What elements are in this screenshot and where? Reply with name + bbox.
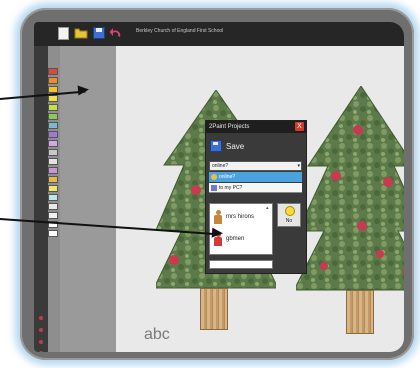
save-button[interactable]: Save [210, 139, 244, 153]
undo-icon[interactable] [108, 26, 122, 40]
smiley-icon [285, 206, 295, 216]
option-my-pc[interactable]: to my PC? [209, 183, 302, 193]
globe-icon [211, 174, 217, 180]
tree-trunk-right [346, 290, 374, 334]
tree-trunk-left [200, 288, 228, 330]
location-select[interactable]: online? ▾ [209, 161, 302, 171]
color-swatch[interactable] [48, 212, 58, 219]
canvas-text-abc: abc [144, 326, 170, 343]
no-label: No [285, 218, 293, 224]
projects-dialog: 2Paint Projects X Save online? ▾ online?… [205, 120, 307, 274]
color-swatch[interactable] [48, 167, 58, 174]
option-my-pc-label: to my PC? [219, 184, 243, 191]
annotation-arrowhead [77, 84, 90, 96]
color-swatch[interactable] [48, 149, 58, 156]
list-item[interactable]: mrs hirons [214, 210, 254, 224]
color-swatch[interactable] [48, 122, 58, 129]
color-swatch[interactable] [48, 95, 58, 102]
color-swatch[interactable] [48, 104, 58, 111]
color-swatch[interactable] [48, 176, 58, 183]
color-swatch[interactable] [48, 158, 58, 165]
color-swatch[interactable] [48, 131, 58, 138]
color-swatch[interactable] [48, 113, 58, 120]
gingerbread-avatar-icon [214, 210, 222, 224]
title-bar: Berkley Church of England First School [34, 22, 404, 46]
close-icon[interactable]: X [295, 122, 304, 131]
user-name: mrs hirons [226, 214, 255, 220]
color-swatch[interactable] [48, 77, 58, 84]
color-swatch[interactable] [48, 194, 58, 201]
save-icon[interactable] [92, 26, 106, 40]
color-swatch[interactable] [48, 185, 58, 192]
tool-dot[interactable] [39, 340, 43, 344]
location-select-value: online? [212, 163, 229, 169]
option-online[interactable]: online? [209, 172, 302, 182]
color-swatch[interactable] [48, 203, 58, 210]
left-tool-bar [34, 46, 48, 352]
tool-dot[interactable] [39, 351, 43, 352]
annotation-arrowhead [211, 227, 224, 239]
tool-dot[interactable] [39, 328, 43, 332]
window-title: Berkley Church of England First School [136, 28, 224, 34]
floppy-disk-icon [210, 140, 222, 152]
tool-dot[interactable] [39, 316, 43, 320]
save-label: Save [226, 141, 245, 151]
scroll-up-icon[interactable]: ▴ [266, 205, 269, 211]
no-button[interactable]: No [277, 203, 301, 227]
color-swatch[interactable] [48, 140, 58, 147]
color-swatch[interactable] [48, 68, 58, 75]
new-file-icon[interactable] [56, 26, 70, 40]
dialog-title-bar: 2Paint Projects X [206, 121, 306, 133]
chevron-down-icon: ▾ [297, 163, 300, 169]
computer-icon [211, 184, 217, 191]
christmas-tree-right [293, 85, 404, 297]
dialog-title: 2Paint Projects [209, 124, 250, 130]
color-swatch[interactable] [48, 230, 58, 237]
open-folder-icon[interactable] [74, 26, 88, 40]
filename-input[interactable] [209, 260, 273, 269]
option-online-label: online? [219, 174, 236, 180]
color-swatch[interactable] [48, 86, 58, 93]
user-name: gbmen [226, 236, 245, 242]
